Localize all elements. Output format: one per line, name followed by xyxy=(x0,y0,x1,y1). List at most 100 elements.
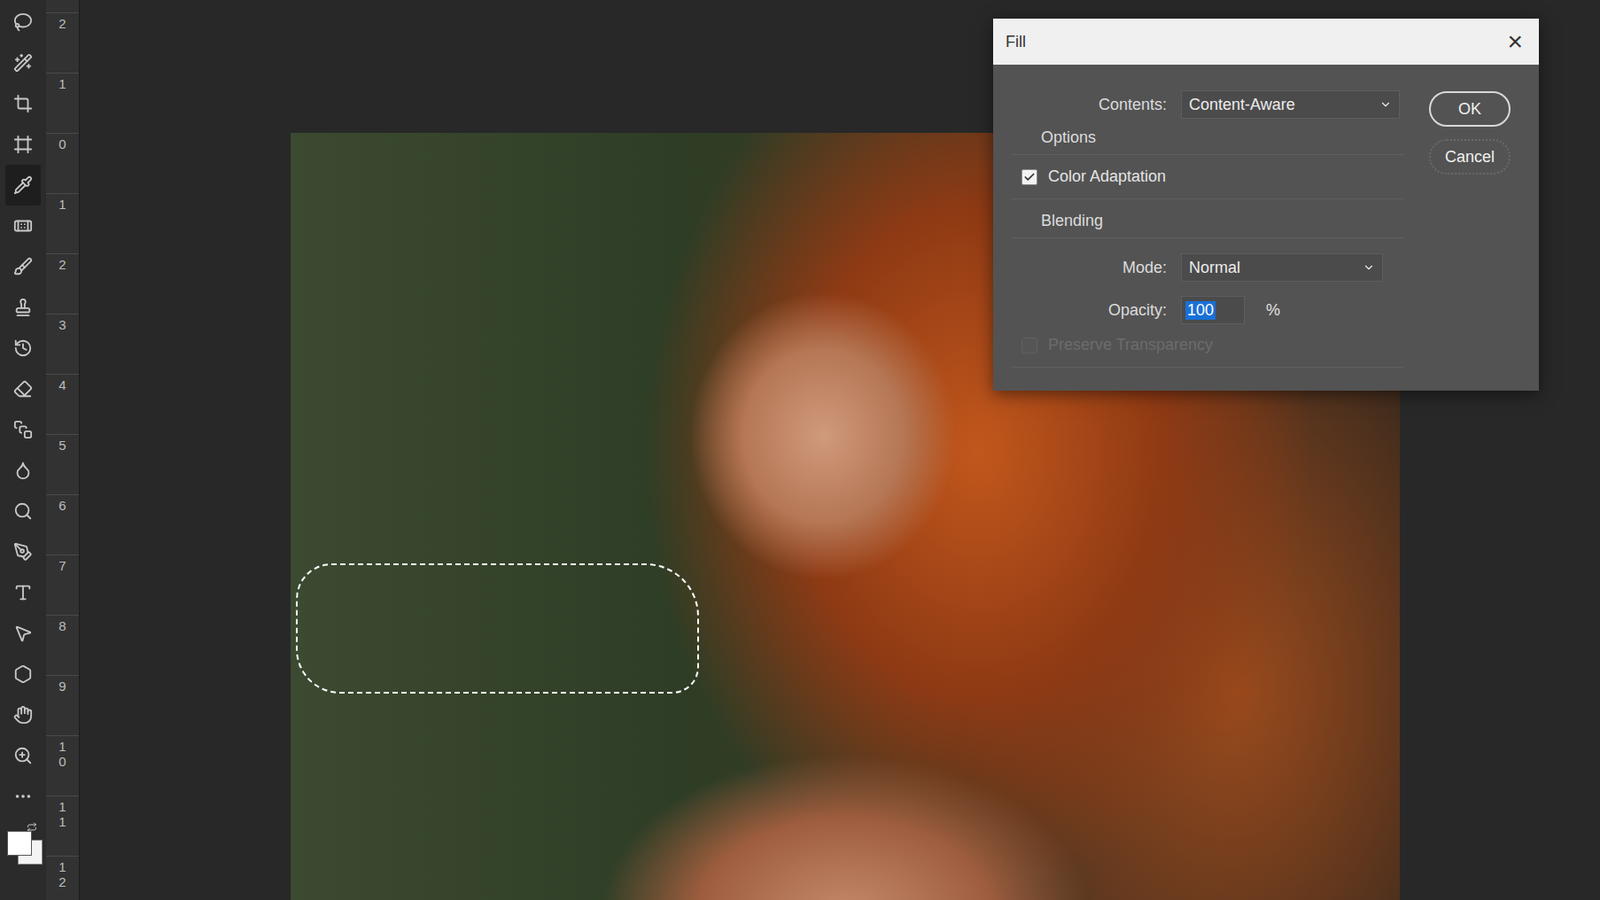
ruler-mark: 9 xyxy=(46,675,79,736)
dodge-icon xyxy=(13,501,33,521)
checkbox[interactable] xyxy=(1021,169,1038,186)
magic-wand-icon xyxy=(13,53,33,73)
chevron-down-icon xyxy=(1362,261,1375,274)
healing-icon xyxy=(13,216,33,236)
close-button[interactable]: × xyxy=(1503,28,1527,55)
ruler-mark: 7 xyxy=(46,554,79,615)
tool-button[interactable] xyxy=(5,490,41,532)
stamp-icon xyxy=(13,297,33,318)
ruler-mark: 12 xyxy=(46,855,79,900)
eraser-icon xyxy=(13,379,33,399)
opacity-input[interactable]: 100 xyxy=(1180,295,1245,325)
tool-button[interactable] xyxy=(5,368,41,410)
contents-label: Contents: xyxy=(1010,95,1167,115)
tool-button[interactable] xyxy=(5,246,41,288)
blending-group: Mode: Normal Opacity: 100% Preserve Transpar… xyxy=(1010,237,1405,368)
brush-icon xyxy=(13,256,33,277)
tool-button[interactable] xyxy=(5,1,41,43)
ruler-number: 7 xyxy=(58,559,66,575)
fill-dialog: Fill× Contents: Content-AwareOptions Color … xyxy=(993,18,1539,391)
tool-button[interactable] xyxy=(5,653,41,695)
ruler-number: 2 xyxy=(58,16,66,32)
ruler-mark: 2 xyxy=(46,12,79,73)
opacity-row: Opacity: 100% xyxy=(1010,293,1405,327)
ruler-mark: 8 xyxy=(46,614,79,676)
contents-select[interactable]: Content-Aware xyxy=(1180,90,1400,119)
options-heading: Options xyxy=(1010,121,1405,155)
selection-marquee xyxy=(295,563,700,694)
tool-button[interactable] xyxy=(5,613,41,654)
tool-button[interactable] xyxy=(5,83,41,125)
ruler-mark: 6 xyxy=(46,494,79,555)
ruler-number: 1 xyxy=(58,77,66,93)
mode-select[interactable]: Normal xyxy=(1180,253,1383,282)
toolbar xyxy=(0,0,47,900)
opacity-label: Opacity: xyxy=(1010,301,1167,320)
ruler-number: 2 xyxy=(58,257,66,273)
ruler-mark: 10 xyxy=(46,735,79,796)
ruler-mark: 5 xyxy=(46,434,79,495)
vertical-ruler: 210123456789101112 xyxy=(46,0,80,900)
more-icon xyxy=(13,786,33,807)
tool-button[interactable] xyxy=(5,124,41,165)
ruler-number: 12 xyxy=(58,860,66,890)
frame-icon xyxy=(13,134,33,155)
mode-row: Mode: Normal xyxy=(1010,250,1405,285)
title-bar: Fill× xyxy=(993,18,1539,65)
gradient-icon xyxy=(13,419,33,440)
shape-icon xyxy=(13,664,33,684)
tool-button[interactable] xyxy=(5,735,41,777)
tool-button[interactable] xyxy=(5,694,41,736)
ruler-number: 0 xyxy=(58,137,66,153)
ok-button[interactable]: OK xyxy=(1429,91,1511,127)
eyedropper-icon xyxy=(13,175,33,195)
tool-button[interactable] xyxy=(5,531,41,573)
tool-button[interactable] xyxy=(5,572,41,614)
lasso-icon xyxy=(13,12,33,32)
pen-icon xyxy=(13,542,33,562)
ruler-mark: 3 xyxy=(46,313,79,374)
percent-unit: % xyxy=(1266,301,1281,320)
ruler-mark: 4 xyxy=(46,373,79,435)
color-swatches[interactable] xyxy=(5,822,41,869)
hand-icon xyxy=(13,705,33,725)
ruler-number: 1 xyxy=(58,197,66,213)
path-select-icon xyxy=(13,623,33,644)
tool-button[interactable] xyxy=(5,205,41,247)
ruler-number: 8 xyxy=(58,619,66,635)
contents-row: Contents: Content-Aware xyxy=(1010,87,1405,122)
chevron-down-icon xyxy=(1379,98,1392,111)
ruler-mark: 2 xyxy=(46,253,79,314)
color-adaptation-row[interactable]: Color Adaptation xyxy=(1010,167,1405,187)
tool-button[interactable] xyxy=(5,450,41,491)
ruler-mark: 11 xyxy=(46,795,79,856)
ruler-number: 5 xyxy=(58,438,66,454)
ruler-number: 9 xyxy=(58,679,66,695)
blending-heading: Blending xyxy=(1010,199,1405,238)
zoom-icon xyxy=(13,745,33,766)
check-icon xyxy=(1023,170,1036,184)
ruler-mark: 1 xyxy=(46,193,79,254)
ruler-mark: 1 xyxy=(46,72,79,133)
options-group: Color Adaptation xyxy=(1010,154,1405,200)
mode-label: Mode: xyxy=(1010,258,1167,278)
ruler-mark: 0 xyxy=(46,132,79,194)
preserve-transparency-row: Preserve Transparency xyxy=(1010,335,1405,355)
ruler-number: 4 xyxy=(58,378,66,394)
tool-button[interactable] xyxy=(5,287,41,328)
checkbox xyxy=(1021,337,1038,354)
ruler-number: 6 xyxy=(58,498,66,514)
tool-button[interactable] xyxy=(5,327,41,369)
tool-button[interactable] xyxy=(5,164,41,206)
type-icon xyxy=(13,582,33,603)
ruler-number: 10 xyxy=(58,739,66,769)
foreground-swatch[interactable] xyxy=(7,831,32,856)
tool-button[interactable] xyxy=(5,776,41,817)
cancel-button[interactable]: Cancel xyxy=(1429,139,1511,175)
crop-icon xyxy=(13,93,33,114)
ruler-number: 3 xyxy=(58,318,66,334)
ruler-number: 11 xyxy=(58,800,66,830)
tool-button[interactable] xyxy=(5,42,41,84)
tool-button[interactable] xyxy=(5,409,41,451)
canvas-area: Fill× Contents: Content-AwareOptions Color … xyxy=(79,0,1600,900)
